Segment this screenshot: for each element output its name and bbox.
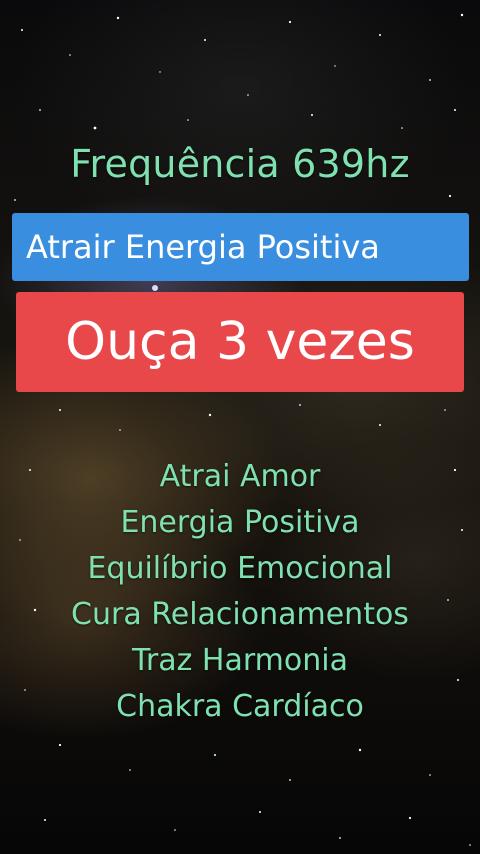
- frequency-title: Frequência 639hz: [70, 142, 410, 186]
- benefit-item: Equilíbrio Emocional: [87, 551, 393, 586]
- video-frame: Frequência 639hz Atrair Energia Positiva…: [0, 0, 480, 854]
- benefit-item: Chakra Cardíaco: [116, 689, 364, 724]
- instruction-banner: Ouça 3 vezes: [16, 292, 464, 392]
- benefit-item: Cura Relacionamentos: [71, 597, 409, 632]
- goal-banner: Atrair Energia Positiva: [12, 213, 469, 281]
- benefit-item: Traz Harmonia: [132, 643, 348, 678]
- benefits-list: Atrai Amor Energia Positiva Equilíbrio E…: [0, 454, 480, 730]
- benefit-item: Atrai Amor: [159, 459, 321, 494]
- benefit-item: Energia Positiva: [120, 505, 360, 540]
